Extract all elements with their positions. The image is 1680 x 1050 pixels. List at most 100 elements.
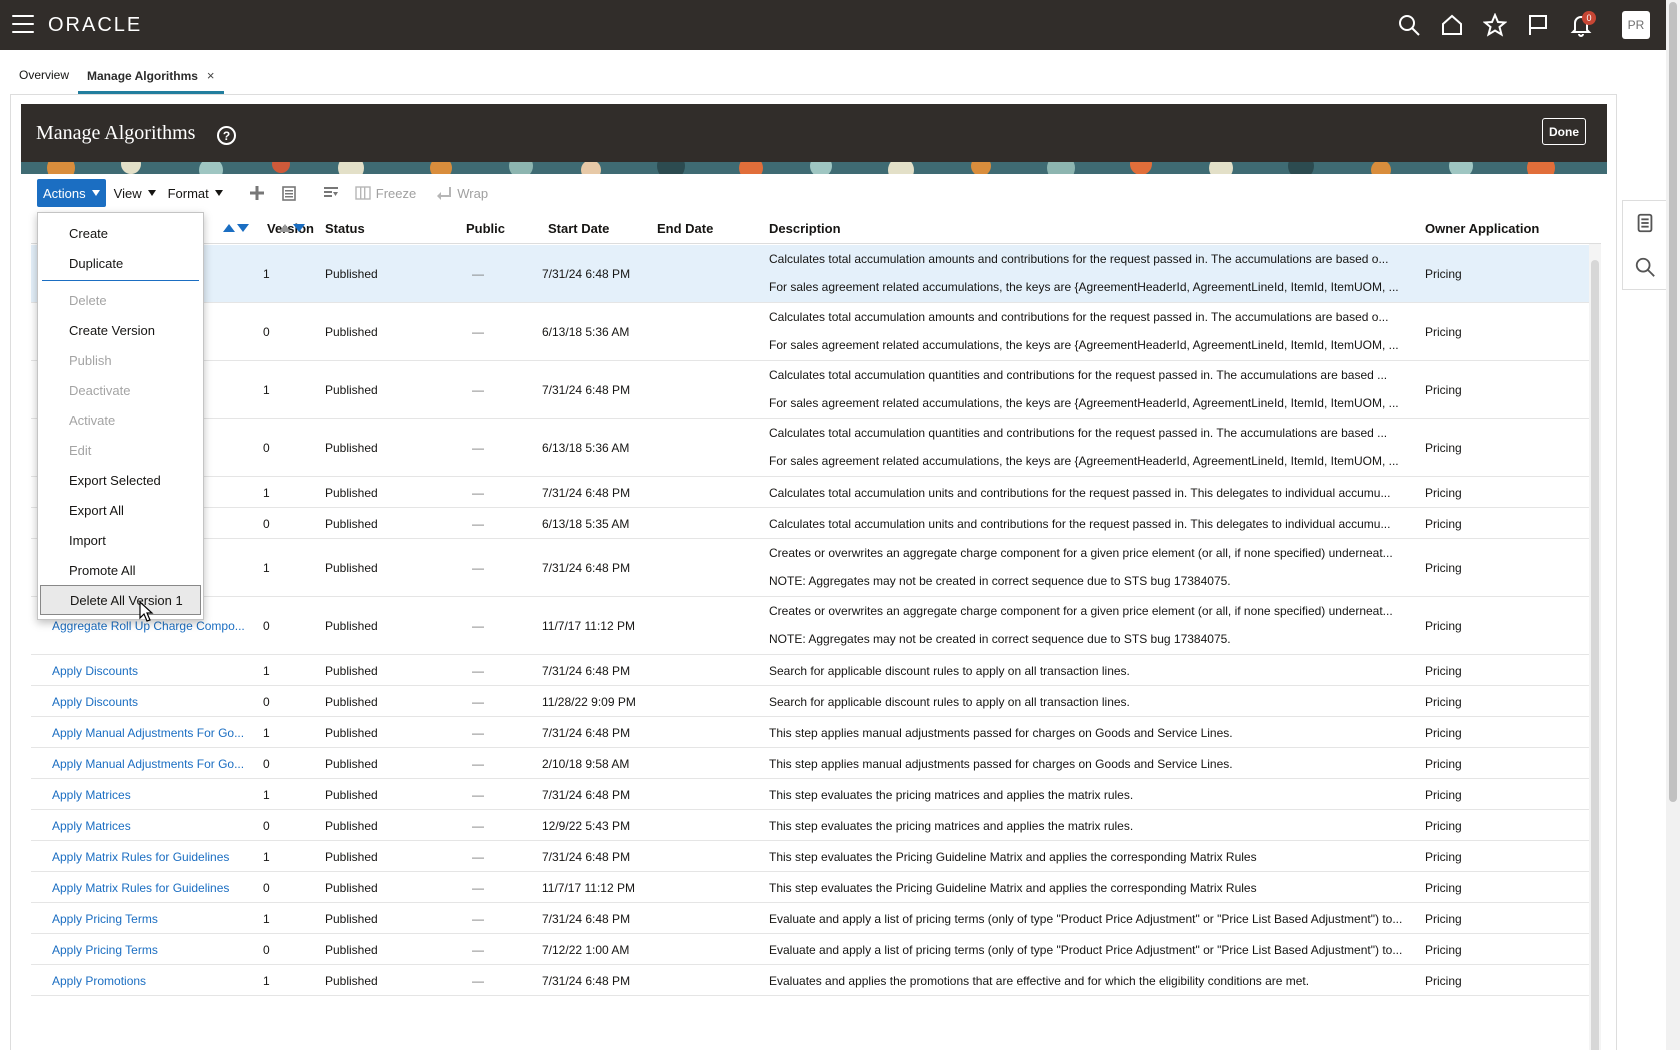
public-cell: — — [472, 974, 484, 988]
description-line: For sales agreement related accumulation… — [769, 338, 1399, 352]
wrap-button[interactable]: Wrap — [430, 179, 494, 207]
menu-item-duplicate[interactable]: Duplicate — [40, 248, 201, 278]
tasks-panel-icon[interactable] — [1623, 201, 1667, 245]
algorithm-name-link[interactable]: Apply Matrices — [52, 788, 252, 802]
algorithm-name-link[interactable]: Apply Discounts — [52, 664, 252, 678]
actions-menu-button[interactable]: Actions — [37, 179, 106, 207]
menu-item-export-selected[interactable]: Export Selected — [40, 465, 201, 495]
table-row[interactable]: Apply Promotions 1 Published — 7/31/24 6:48 … — [31, 965, 1591, 996]
algorithm-name-link[interactable]: Apply Promotions — [52, 974, 252, 988]
oracle-logo[interactable]: ORACLE — [48, 14, 142, 37]
table-row[interactable]: 1 Published — 7/31/24 6:48 PM Calculates tot… — [31, 361, 1591, 419]
table-row[interactable]: Apply Discounts 0 Published — 11/28/22 9:09 … — [31, 686, 1591, 717]
help-icon[interactable]: ? — [217, 126, 236, 145]
menu-item-import[interactable]: Import — [40, 525, 201, 555]
table-row[interactable]: 0 Published — 6/13/18 5:36 AM Calculates tot… — [31, 303, 1591, 361]
algorithm-name-link[interactable]: Apply Pricing Terms — [52, 943, 252, 957]
status-cell: Published — [325, 325, 378, 339]
start-date-cell: 6/13/18 5:36 AM — [542, 441, 630, 455]
navigator-menu-icon[interactable] — [12, 15, 34, 33]
table-row[interactable]: 0 Published — 6/13/18 5:36 AM Calculates tot… — [31, 419, 1591, 477]
menu-item-publish: Publish — [69, 352, 112, 368]
version-cell: 0 — [263, 441, 270, 455]
page-scrollbar[interactable] — [1666, 0, 1680, 1050]
bell-icon[interactable]: 0 — [1559, 0, 1602, 50]
version-cell: 1 — [263, 726, 270, 740]
table-row[interactable]: Apply Pricing Terms 1 Published — 7/31/24 6:… — [31, 903, 1591, 934]
add-button[interactable] — [243, 179, 271, 207]
algorithm-name-link[interactable]: Apply Matrices — [52, 819, 252, 833]
table-row[interactable]: Apply Manual Adjustments For Go... 0 Publi… — [31, 748, 1591, 779]
table-row[interactable]: 1 Published — 7/31/24 6:48 PM Calculates tot… — [31, 245, 1591, 303]
column-header-description[interactable]: Description — [769, 221, 841, 236]
format-menu-button[interactable]: Format — [162, 179, 229, 207]
public-cell: — — [472, 619, 484, 633]
tab-manage-algorithms[interactable]: Manage Algorithms × — [78, 56, 224, 94]
table-row[interactable]: Apply Discounts 1 Published — 7/31/24 6:48 P… — [31, 655, 1591, 686]
sort-arrows-icon[interactable] — [279, 224, 305, 232]
menu-item-export-all[interactable]: Export All — [40, 495, 201, 525]
version-cell: 1 — [263, 974, 270, 988]
status-cell: Published — [325, 850, 378, 864]
search-icon[interactable] — [1387, 0, 1430, 50]
algorithm-name-link[interactable]: Apply Manual Adjustments For Go... — [52, 757, 252, 771]
column-header-status[interactable]: Status — [325, 221, 365, 236]
column-header-public[interactable]: Public — [466, 221, 505, 236]
description-cell: Calculates total accumulation amounts an… — [769, 252, 1414, 294]
algorithm-name-link[interactable]: Apply Pricing Terms — [52, 912, 252, 926]
start-date-cell: 7/31/24 6:48 PM — [542, 383, 631, 397]
public-cell: — — [472, 881, 484, 895]
table-row[interactable]: Apply Pricing Terms 0 Published — 7/12/22 1:… — [31, 934, 1591, 965]
public-cell: — — [472, 383, 484, 397]
detach-button[interactable] — [275, 179, 303, 207]
algorithm-name-link[interactable]: Apply Matrix Rules for Guidelines — [52, 850, 252, 864]
start-date-cell: 7/31/24 6:48 PM — [542, 267, 631, 281]
table-row[interactable]: ons0Published—6/13/18 5:35 AMCalculates … — [31, 508, 1591, 539]
menu-item-delete-all-version-1[interactable]: Delete All Version 1 — [40, 585, 201, 615]
star-icon[interactable] — [1473, 0, 1516, 50]
close-tab-icon[interactable]: × — [207, 68, 215, 83]
table-row[interactable]: Apply Matrix Rules for Guidelines 0 Publis… — [31, 872, 1591, 903]
column-header-end-date[interactable]: End Date — [657, 221, 713, 236]
table-row[interactable]: Apply Matrix Rules for Guidelines 1 Publis… — [31, 841, 1591, 872]
owner-application-cell: Pricing — [1425, 619, 1462, 633]
decorative-banner — [21, 162, 1607, 174]
public-cell: — — [472, 664, 484, 678]
flag-icon[interactable] — [1516, 0, 1559, 50]
mouse-cursor-icon — [139, 601, 154, 622]
description-line: NOTE: Aggregates may not be created in c… — [769, 574, 1231, 588]
table-header-row: Version Status Public Start Date End Dat… — [31, 212, 1601, 244]
status-cell: Published — [325, 267, 378, 281]
column-header-start-date[interactable]: Start Date — [548, 221, 609, 236]
table-row[interactable]: Aggregate Roll Up Charge Compo... 0 Publis… — [31, 597, 1591, 655]
algorithm-name-link[interactable]: Apply Discounts — [52, 695, 252, 709]
user-avatar[interactable]: PR — [1622, 11, 1650, 39]
public-cell: — — [472, 441, 484, 455]
home-icon[interactable] — [1430, 0, 1473, 50]
query-by-example-button[interactable] — [317, 179, 345, 207]
menu-item-create-version[interactable]: Create Version — [40, 315, 201, 345]
table-row[interactable]: Compo...1Published—7/31/24 6:48 PMCreate… — [31, 539, 1591, 597]
description-line: For sales agreement related accumulation… — [769, 280, 1399, 294]
start-date-cell: 7/31/24 6:48 PM — [542, 974, 631, 988]
search-panel-icon[interactable] — [1623, 245, 1667, 289]
done-button[interactable]: Done — [1542, 118, 1586, 145]
table-row[interactable]: ons1Published—7/31/24 6:48 PMCalculates … — [31, 477, 1591, 508]
algorithm-name-link[interactable]: Apply Manual Adjustments For Go... — [52, 726, 252, 740]
view-menu-button[interactable]: View — [108, 179, 162, 207]
column-header-owner-application[interactable]: Owner Application — [1425, 221, 1539, 236]
tab-overview[interactable]: Overview — [10, 56, 78, 94]
plus-icon — [249, 186, 264, 200]
description-cell: Evaluate and apply a list of pricing ter… — [769, 912, 1414, 926]
table-row[interactable]: Apply Manual Adjustments For Go... 1 Publi… — [31, 717, 1591, 748]
sort-arrows-icon[interactable] — [223, 224, 249, 232]
freeze-button[interactable]: Freeze — [349, 179, 422, 207]
table-row[interactable]: Apply Matrices 0 Published — 12/9/22 5:43 PM… — [31, 810, 1591, 841]
description-line: Evaluate and apply a list of pricing ter… — [769, 943, 1403, 957]
menu-item-create[interactable]: Create — [40, 218, 201, 248]
menu-item-promote-all[interactable]: Promote All — [40, 555, 201, 585]
table-row[interactable]: Apply Matrices 1 Published — 7/31/24 6:48 PM… — [31, 779, 1591, 810]
algorithm-name-link[interactable]: Apply Matrix Rules for Guidelines — [52, 881, 252, 895]
table-scrollbar[interactable] — [1589, 244, 1601, 1050]
start-date-cell: 7/31/24 6:48 PM — [542, 726, 631, 740]
